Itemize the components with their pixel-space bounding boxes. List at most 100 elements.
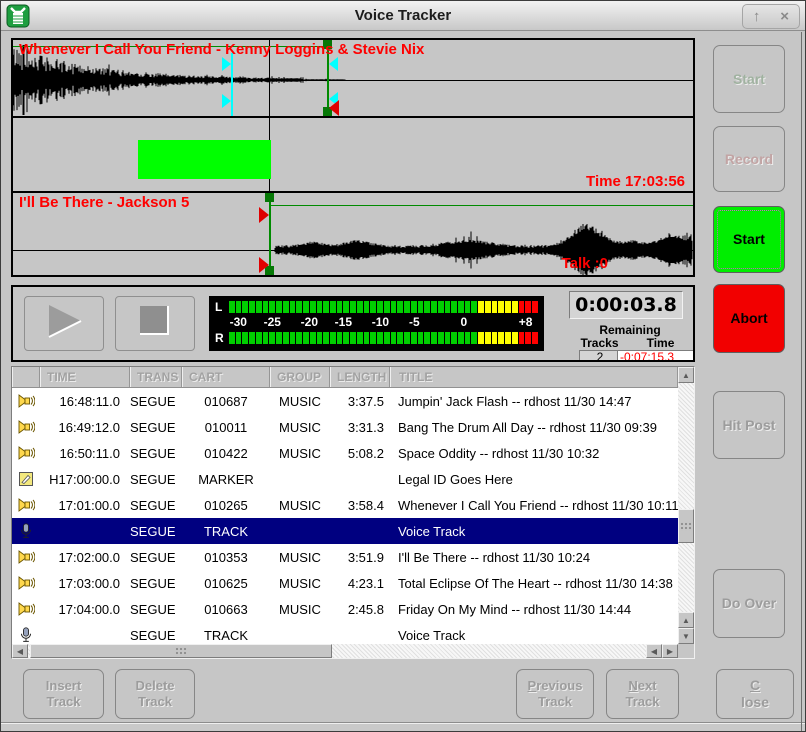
titlebar: Voice Tracker ↑× — [1, 1, 805, 31]
next-track-title: I'll Be There - Jackson 5 — [19, 194, 189, 211]
previous-track-button[interactable]: Previous Track — [516, 669, 594, 719]
log-cell: 3:31.3 — [330, 420, 390, 435]
shade-icon[interactable]: ↑ — [753, 9, 761, 24]
meter-tick: -30 — [230, 315, 247, 329]
log-row[interactable]: 17:02:00.0SEGUE010353MUSIC3:51.9I'll Be … — [12, 544, 678, 570]
record-button[interactable]: Record — [713, 126, 785, 192]
log-cell: 4:23.1 — [330, 576, 390, 591]
log-row[interactable]: H17:00:00.0SEGUEMARKERLegal ID Goes Here — [12, 466, 678, 492]
deck-voice-track[interactable]: Time 17:03:56 — [13, 116, 693, 191]
log-cell: SEGUE — [130, 550, 182, 565]
log-cell: 16:49:12.0 — [40, 420, 130, 435]
window-title: Voice Tracker — [1, 7, 805, 24]
end-handle[interactable] — [329, 100, 339, 116]
log-row[interactable]: 17:04:00.0SEGUE010663MUSIC2:45.8Friday O… — [12, 596, 678, 622]
microphone-icon — [12, 627, 40, 644]
cue-handle-top[interactable] — [329, 57, 338, 71]
playhead-handle-bottom[interactable] — [222, 94, 231, 108]
elapsed-time-display: 0:00:03.8 — [569, 291, 683, 319]
vertical-scroll-track[interactable] — [678, 383, 694, 612]
horizontal-scroll-track[interactable] — [28, 644, 646, 658]
log-column-header[interactable] — [12, 367, 40, 387]
vertical-scrollbar[interactable]: ▲ ▲ ▼ — [678, 367, 694, 644]
log-column-header[interactable]: LENGTH — [330, 367, 390, 387]
hit-post-button[interactable]: Hit Post — [713, 391, 785, 459]
marker-handle-top[interactable] — [265, 193, 274, 202]
log-row[interactable]: 17:01:00.0SEGUE010265MUSIC3:58.4Whenever… — [12, 492, 678, 518]
close-icon[interactable]: × — [780, 9, 789, 24]
time-label: Time — [630, 336, 691, 350]
log-column-header[interactable]: CART — [182, 367, 270, 387]
start-button[interactable]: Start — [713, 206, 785, 273]
stop-button[interactable] — [115, 296, 195, 351]
close-button[interactable]: Close — [716, 669, 794, 719]
log-cell: Space Oddity -- rdhost 11/30 10:32 — [390, 446, 678, 461]
log-cell: SEGUE — [130, 576, 182, 591]
play-icon — [41, 301, 87, 346]
log-cell: MUSIC — [270, 394, 330, 409]
log-column-header[interactable]: TITLE — [390, 367, 678, 387]
scroll-left-icon[interactable]: ◀ — [646, 644, 662, 658]
insert-track-button[interactable]: Insert Track — [23, 669, 104, 719]
marker-icon — [12, 471, 40, 488]
scrollbar-corner — [678, 644, 694, 658]
log-column-header[interactable]: GROUP — [270, 367, 330, 387]
log-row[interactable]: 16:48:11.0SEGUE010687MUSIC3:37.5Jumpin' … — [12, 388, 678, 414]
log-row[interactable]: 17:03:00.0SEGUE010625MUSIC4:23.1Total Ec… — [12, 570, 678, 596]
horizontal-scroll-thumb[interactable] — [30, 644, 332, 658]
next-track-button[interactable]: Next Track — [606, 669, 679, 719]
vertical-scroll-thumb[interactable] — [678, 509, 694, 543]
previous-track-title: Whenever I Call You Friend - Kenny Loggi… — [19, 41, 424, 58]
log-row[interactable]: SEGUETRACKVoice Track — [12, 518, 678, 544]
tracks-label: Tracks — [569, 336, 630, 350]
meter-tick: -10 — [372, 315, 389, 329]
fade-level-line — [271, 205, 693, 206]
track-start-marker[interactable] — [269, 193, 271, 275]
log-row[interactable]: 16:49:12.0SEGUE010011MUSIC3:31.3Bang The… — [12, 414, 678, 440]
log-cell: MUSIC — [270, 602, 330, 617]
log-column-header[interactable]: TRANS — [130, 367, 182, 387]
abort-button[interactable]: Abort — [713, 284, 785, 353]
voice-track-region[interactable] — [138, 140, 271, 179]
log-viewport: TIMETRANSCARTGROUPLENGTHTITLE 16:48:11.0… — [12, 367, 678, 644]
scroll-right-icon[interactable]: ▶ — [662, 644, 678, 658]
scroll-left-icon[interactable]: ◀ — [12, 644, 28, 658]
log-cell: SEGUE — [130, 602, 182, 617]
client-area: Whenever I Call You Friend - Kenny Loggi… — [1, 32, 805, 731]
log-cell: I'll Be There -- rdhost 11/30 10:24 — [390, 550, 678, 565]
start-handle-top[interactable] — [259, 207, 269, 223]
log-cell: 010353 — [182, 550, 270, 565]
window-controls: ↑× — [742, 4, 800, 29]
log-row[interactable]: 16:50:11.0SEGUE010422MUSIC5:08.2Space Od… — [12, 440, 678, 466]
start-handle-bottom[interactable] — [259, 257, 269, 273]
insert-track-line1: Insert — [46, 678, 81, 694]
scroll-down-icon[interactable]: ▼ — [678, 628, 694, 644]
talk-time-label: Talk :0 — [562, 255, 608, 272]
horizontal-scrollbar[interactable]: ◀ ◀ ▶ — [12, 644, 678, 658]
delete-track-line1: Delete — [135, 678, 174, 694]
scroll-up-icon[interactable]: ▲ — [678, 367, 694, 383]
do-over-button[interactable]: Do Over — [713, 569, 785, 638]
meter-tick: 0 — [460, 315, 467, 329]
log-cell: Whenever I Call You Friend -- rdhost 11/… — [390, 498, 678, 513]
deck-previous-track[interactable]: Whenever I Call You Friend - Kenny Loggi… — [13, 40, 693, 116]
meter-tick: -15 — [335, 315, 352, 329]
log-cell: 3:37.5 — [330, 394, 390, 409]
start-playback-button[interactable]: Start — [713, 45, 785, 113]
speaker-icon — [12, 601, 40, 618]
deck-next-track[interactable]: I'll Be There - Jackson 5 Talk :0 — [13, 191, 693, 275]
stop-icon — [137, 303, 173, 344]
log-cell: MUSIC — [270, 498, 330, 513]
previous-track-line1: Previous — [528, 678, 583, 694]
play-button[interactable] — [24, 296, 104, 351]
delete-track-button[interactable]: Delete Track — [115, 669, 195, 719]
playhead-cursor[interactable] — [231, 53, 233, 116]
transport-panel: L -30-25-20-15-10-50+8 R 0:00:03.8 Remai… — [11, 285, 695, 362]
log-column-header[interactable]: TIME — [40, 367, 130, 387]
log-cell: 010011 — [182, 420, 270, 435]
meter-tick: -20 — [301, 315, 318, 329]
log-cell: 17:02:00.0 — [40, 550, 130, 565]
playhead-handle-top[interactable] — [222, 57, 231, 71]
log-row[interactable]: SEGUETRACKVoice Track — [12, 622, 678, 644]
scroll-up-icon[interactable]: ▲ — [678, 612, 694, 628]
